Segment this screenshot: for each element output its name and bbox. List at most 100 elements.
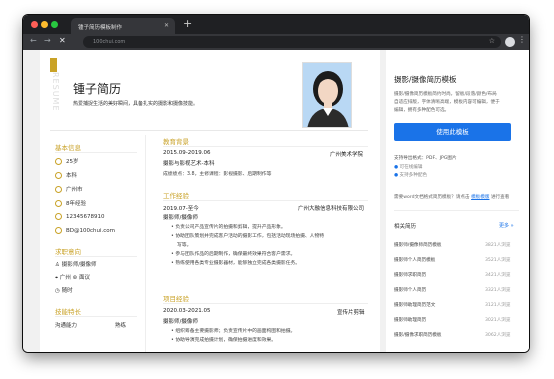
related-item[interactable]: 摄影师助理简历 (394, 317, 426, 323)
project-rule (163, 303, 368, 304)
basic-info-rule (55, 152, 137, 153)
related-views: 3321人浏览 (485, 288, 511, 293)
related-item[interactable]: 摄影师求职简历 (394, 272, 426, 278)
resume-preview: RESUME 锺子简历 热爱捕捉生活的美好瞬间，具备扎实的摄影和摄像技能。 基本… (40, 50, 380, 352)
project-name: 宣传片剪辑 (337, 310, 365, 316)
maximize-window-button[interactable] (51, 21, 58, 28)
job-position: ♙ 摄影师/摄像师 (55, 262, 97, 268)
project-bullet: • 组织筹备主要摄影师；负责宣传片中的画面构图和拍摄。 (171, 329, 296, 334)
basic-info-heading: 基本信息 (55, 144, 81, 152)
more-link[interactable]: 更多 » (499, 222, 514, 229)
project-role: 摄影师/摄像师 (163, 319, 198, 325)
work-heading: 工作经验 (163, 192, 189, 200)
use-template-button[interactable]: 使用此模板 (394, 123, 511, 141)
education-rule (163, 146, 368, 147)
header-divider (50, 130, 368, 131)
related-views: 3121人浏览 (485, 303, 511, 308)
work-bullet: • 参与团队作品的后期制作，确保最终效果符合客户需求。 (171, 252, 296, 257)
info-experience: 8年经验 (55, 199, 86, 207)
column-divider (145, 135, 146, 352)
related-views: 3062人浏览 (485, 333, 511, 338)
job-availability: ◷ 随时 (55, 288, 73, 294)
related-views: 3021人浏览 (485, 318, 511, 323)
skills-rule (55, 316, 137, 317)
related-item[interactable]: 摄影师/摄像师简历模板 (394, 242, 442, 248)
info-city: 广州市 (55, 185, 83, 193)
browser-tab[interactable]: 锺子简历模板制作 ✕ (71, 18, 175, 34)
template-desc-line: 自适应排版，字体清晰高端，模板内容可编辑，便于 (394, 100, 500, 105)
work-period: 2019.07-至今 (163, 206, 199, 212)
job-city-salary: ⌖ 广州 ⊛ 面议 (55, 275, 90, 281)
resume-watermark: RESUME (51, 72, 60, 112)
email-icon (55, 227, 62, 234)
age-icon (55, 158, 62, 165)
education-school: 广州美术学院 (330, 152, 364, 158)
briefcase-icon (55, 200, 62, 207)
resume-subtitle: 热爱捕捉生活的美好瞬间，具备扎实的摄影和摄像技能。 (73, 101, 199, 107)
stop-loading-icon[interactable]: ✕ (59, 36, 66, 45)
related-views: 3421人浏览 (485, 273, 511, 278)
template-desc-line: 摄影/摄像简历模板简约时尚，留板/段落/颜色/布局 (394, 92, 497, 97)
template-sidebar: 摄影/摄像简历模板 摄影/摄像简历模板简约时尚，留板/段落/颜色/布局 自适应排… (386, 50, 529, 352)
project-bullet: • 协助导演完成拍摄计划，确保拍摄进度和效果。 (171, 338, 277, 343)
skill-row-value: 熟练 (115, 323, 127, 329)
job-intent-heading: 求职意向 (55, 248, 81, 256)
export-formats: 支持导出格式：PDF、JPG图片 (394, 156, 457, 161)
address-bar[interactable]: 100chui.com ☆ (83, 36, 501, 48)
related-item[interactable]: 摄影师个人简历模板 (394, 257, 435, 263)
profile-photo (302, 62, 352, 128)
browser-toolbar: ← → ✕ 100chui.com ☆ ⋮ (23, 34, 529, 50)
info-phone: 12345678910 (55, 213, 105, 220)
related-item[interactable]: 摄影/摄像求职简历模板 (394, 332, 442, 338)
degree-icon (55, 172, 62, 179)
forward-arrow-icon[interactable]: → (44, 36, 51, 45)
project-heading: 项目经验 (163, 295, 189, 303)
related-heading: 相关简历 (394, 224, 417, 230)
back-arrow-icon[interactable]: ← (30, 36, 37, 45)
work-role: 摄影师/摄像师 (163, 215, 198, 221)
info-degree: 本科 (55, 171, 77, 179)
tab-title: 锺子简历模板制作 (78, 25, 123, 31)
info-age: 25岁 (55, 157, 79, 165)
education-major: 摄影与影视艺术-本科 (163, 161, 215, 167)
word-template-link[interactable]: 模板模版 (471, 195, 489, 200)
work-bullet-continued: 写等。 (177, 243, 192, 248)
user-icon: ♙ (55, 262, 62, 268)
browser-window: 锺子简历模板制作 ✕ + ← → ✕ 100chui.com ☆ ⋮ RESUM… (23, 15, 529, 352)
related-item[interactable]: 摄影师助理简历范文 (394, 302, 435, 308)
template-desc-line: 编辑，拥有多种配色可选。 (394, 108, 450, 113)
related-item[interactable]: 摄影师个人简历 (394, 287, 426, 293)
profile-avatar-icon[interactable] (505, 37, 515, 47)
info-email: BD@100chui.com (55, 227, 115, 234)
word-template-note: 需要word文档格式简历模板？请点击 模板模版 进行查看 (394, 195, 510, 200)
work-rule (163, 200, 368, 201)
close-window-button[interactable] (31, 21, 38, 28)
work-bullet: • 熟练使用各类专业摄影器材，能够独立完成各类摄影任务。 (171, 261, 301, 266)
skill-row-label: 沟通能力 (55, 323, 78, 329)
related-views: 3821人浏览 (485, 243, 511, 248)
work-company: 广州大融信息科技有限公司 (298, 206, 365, 212)
feature-colors: ● 支持多种配色 (394, 173, 428, 178)
work-bullet: • 协助团队策划并完成客户活动的摄影工作，包括活动现场拍摄、人物特 (171, 234, 325, 239)
new-tab-icon[interactable]: + (183, 17, 192, 30)
work-bullet: • 负责公司产品宣传片的拍摄和剪辑，提升产品形象。 (171, 225, 286, 230)
location-icon (55, 186, 62, 193)
job-intent-rule (55, 256, 137, 257)
close-tab-icon[interactable]: ✕ (164, 22, 169, 29)
education-grades: 成绩绩点：3.8，主修课程：影视摄影、后期制作等 (163, 172, 272, 177)
education-heading: 教育背景 (163, 138, 189, 146)
related-views: 3521人浏览 (485, 258, 511, 263)
skills-heading: 技能特长 (55, 308, 81, 316)
sidebar-divider (394, 210, 519, 211)
accent-bar (50, 58, 57, 72)
url-text: 100chui.com (93, 39, 126, 45)
template-title: 摄影/摄像简历模板 (394, 75, 457, 84)
more-menu-icon[interactable]: ⋮ (518, 35, 526, 44)
bookmark-star-icon[interactable]: ☆ (489, 37, 495, 45)
education-period: 2015.09-2019.06 (163, 150, 211, 156)
project-period: 2020.03-2021.05 (163, 308, 211, 314)
feature-online-edit: ● 可在线编辑 (394, 165, 423, 170)
resume-title: 锺子简历 (73, 82, 122, 96)
minimize-window-button[interactable] (41, 21, 48, 28)
phone-icon (55, 213, 62, 220)
